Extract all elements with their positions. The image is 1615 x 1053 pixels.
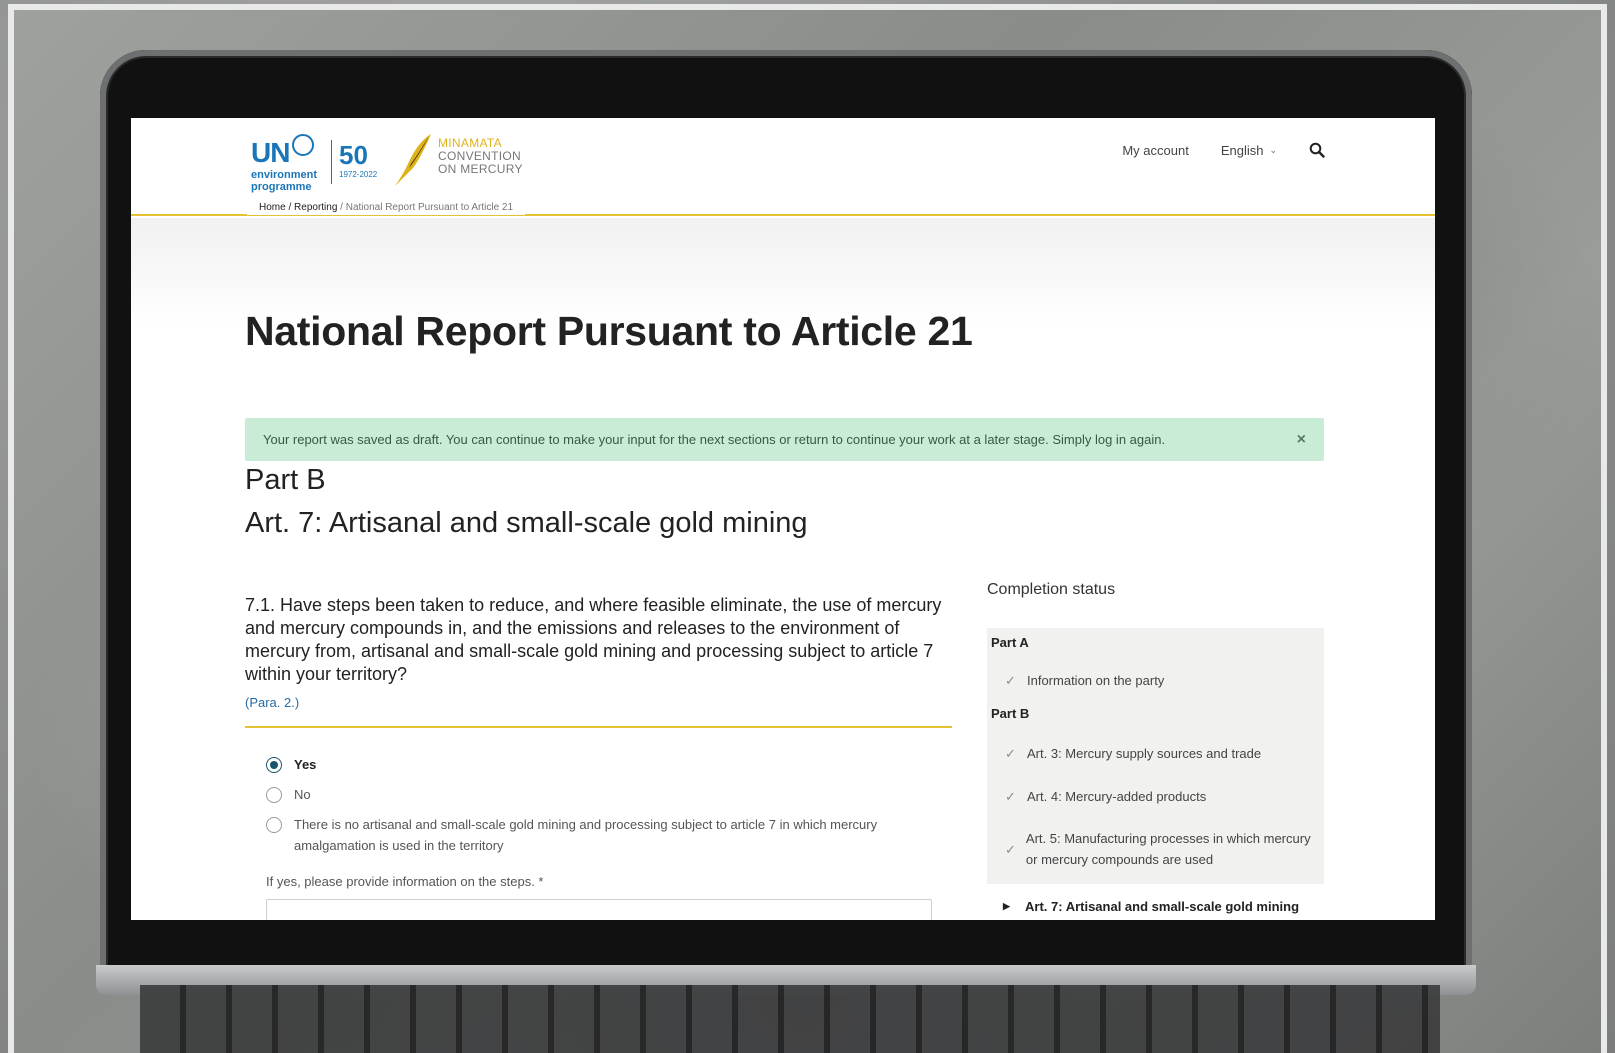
radio-label: No: [294, 787, 311, 802]
radio-label: There is no artisanal and small-scale go…: [294, 817, 878, 853]
language-label: English: [1220, 142, 1264, 158]
completion-part-b: Part B: [991, 706, 1030, 721]
radio-option-no-mining[interactable]: There is no artisanal and small-scale go…: [266, 814, 946, 856]
part-heading: Part B: [245, 464, 326, 496]
un-globe-icon: [292, 134, 315, 156]
answer-radio-group: Yes No There is no artisanal and small-s…: [266, 754, 946, 865]
section-heading: Art. 7: Artisanal and small-scale gold m…: [245, 507, 808, 539]
breadcrumb-reporting[interactable]: Reporting: [294, 202, 337, 213]
logo-un-text: UN: [251, 137, 290, 168]
completion-item-label: Art. 4: Mercury-added products: [1027, 789, 1207, 804]
minamata-logo-text: MINAMATA CONVENTION ON MERCURY: [438, 137, 523, 176]
arrow-right-icon: ▶: [1003, 900, 1010, 911]
steps-field-label: If yes, please provide information on th…: [266, 874, 544, 889]
check-icon: ✓: [1005, 841, 1016, 857]
completion-item-label: Information on the party: [1027, 672, 1165, 688]
radio-button-no[interactable]: [266, 787, 282, 803]
completion-item-label: Art. 3: Mercury supply sources and trade: [1027, 746, 1262, 761]
fifty-years-logo: 50 1972-2022: [331, 140, 377, 184]
minamata-bird-icon: [395, 134, 431, 186]
question-divider: [245, 726, 952, 728]
close-icon[interactable]: ×: [1297, 431, 1306, 449]
breadcrumb-row: Home / Reporting / National Report Pursu…: [131, 200, 1435, 218]
breadcrumb-home[interactable]: Home: [259, 202, 286, 213]
paragraph-reference: (Para. 2.): [245, 695, 300, 710]
logo-programme-text: programme: [251, 181, 312, 193]
chevron-down-icon: ⌄: [1269, 144, 1277, 155]
completion-item-label: Art. 7: Artisanal and small-scale gold m…: [1025, 898, 1300, 914]
completion-item-art-4[interactable]: ✓ Art. 4: Mercury-added products: [987, 775, 1324, 818]
my-account-link[interactable]: My account: [1122, 143, 1188, 158]
radio-button-no-mining[interactable]: [266, 817, 282, 833]
radio-button-yes[interactable]: [266, 757, 282, 773]
logo-years-text: 1972-2022: [339, 170, 378, 179]
completion-item-information-on-party[interactable]: ✓ Information on the party: [987, 661, 1324, 699]
search-icon[interactable]: [1309, 142, 1325, 158]
breadcrumb-separator: /: [337, 202, 346, 213]
completion-status-panel: Part A ✓ Information on the party Part B…: [987, 628, 1324, 920]
logo-fifty-text: 50: [339, 140, 368, 170]
logo-environment-text: environment: [251, 169, 318, 181]
draft-saved-alert: Your report was saved as draft. You can …: [245, 418, 1324, 461]
completion-part-a: Part A: [991, 635, 1029, 650]
unep-logo[interactable]: UN environment programme: [251, 134, 331, 194]
language-selector[interactable]: English ⌄: [1221, 143, 1277, 158]
steps-textarea[interactable]: [266, 899, 932, 920]
completion-status-heading: Completion status: [987, 581, 1116, 598]
laptop-keyboard: [140, 985, 1440, 1053]
top-nav: My account English ⌄: [1122, 142, 1325, 158]
page-title: National Report Pursuant to Article 21: [245, 308, 973, 354]
breadcrumb: Home / Reporting / National Report Pursu…: [247, 200, 526, 215]
completion-item-art-3[interactable]: ✓ Art. 3: Mercury supply sources and tra…: [987, 732, 1324, 775]
completion-item-label: Art. 5: Manufacturing processes in which…: [1025, 831, 1311, 867]
check-icon: ✓: [1005, 672, 1016, 688]
browser-screen: UN environment programme 50 1972-2022 MI…: [131, 118, 1435, 920]
breadcrumb-current: National Report Pursuant to Article 21: [345, 202, 514, 213]
radio-label: Yes: [294, 757, 317, 772]
breadcrumb-separator: /: [285, 202, 295, 213]
radio-option-no[interactable]: No: [266, 784, 946, 805]
site-header: UN environment programme 50 1972-2022 MI…: [131, 118, 1435, 218]
completion-item-art-5[interactable]: ✓ Art. 5: Manufacturing processes in whi…: [987, 818, 1324, 880]
minamata-line-3: ON MERCURY: [438, 162, 523, 176]
question-text: 7.1. Have steps been taken to reduce, an…: [245, 595, 942, 684]
completion-item-art-7-active[interactable]: ▶ Art. 7: Artisanal and small-scale gold…: [987, 884, 1324, 920]
radio-option-yes[interactable]: Yes: [266, 754, 946, 775]
alert-message: Your report was saved as draft. You can …: [263, 432, 1166, 447]
check-icon: ✓: [1005, 789, 1016, 804]
check-icon: ✓: [1005, 746, 1016, 761]
